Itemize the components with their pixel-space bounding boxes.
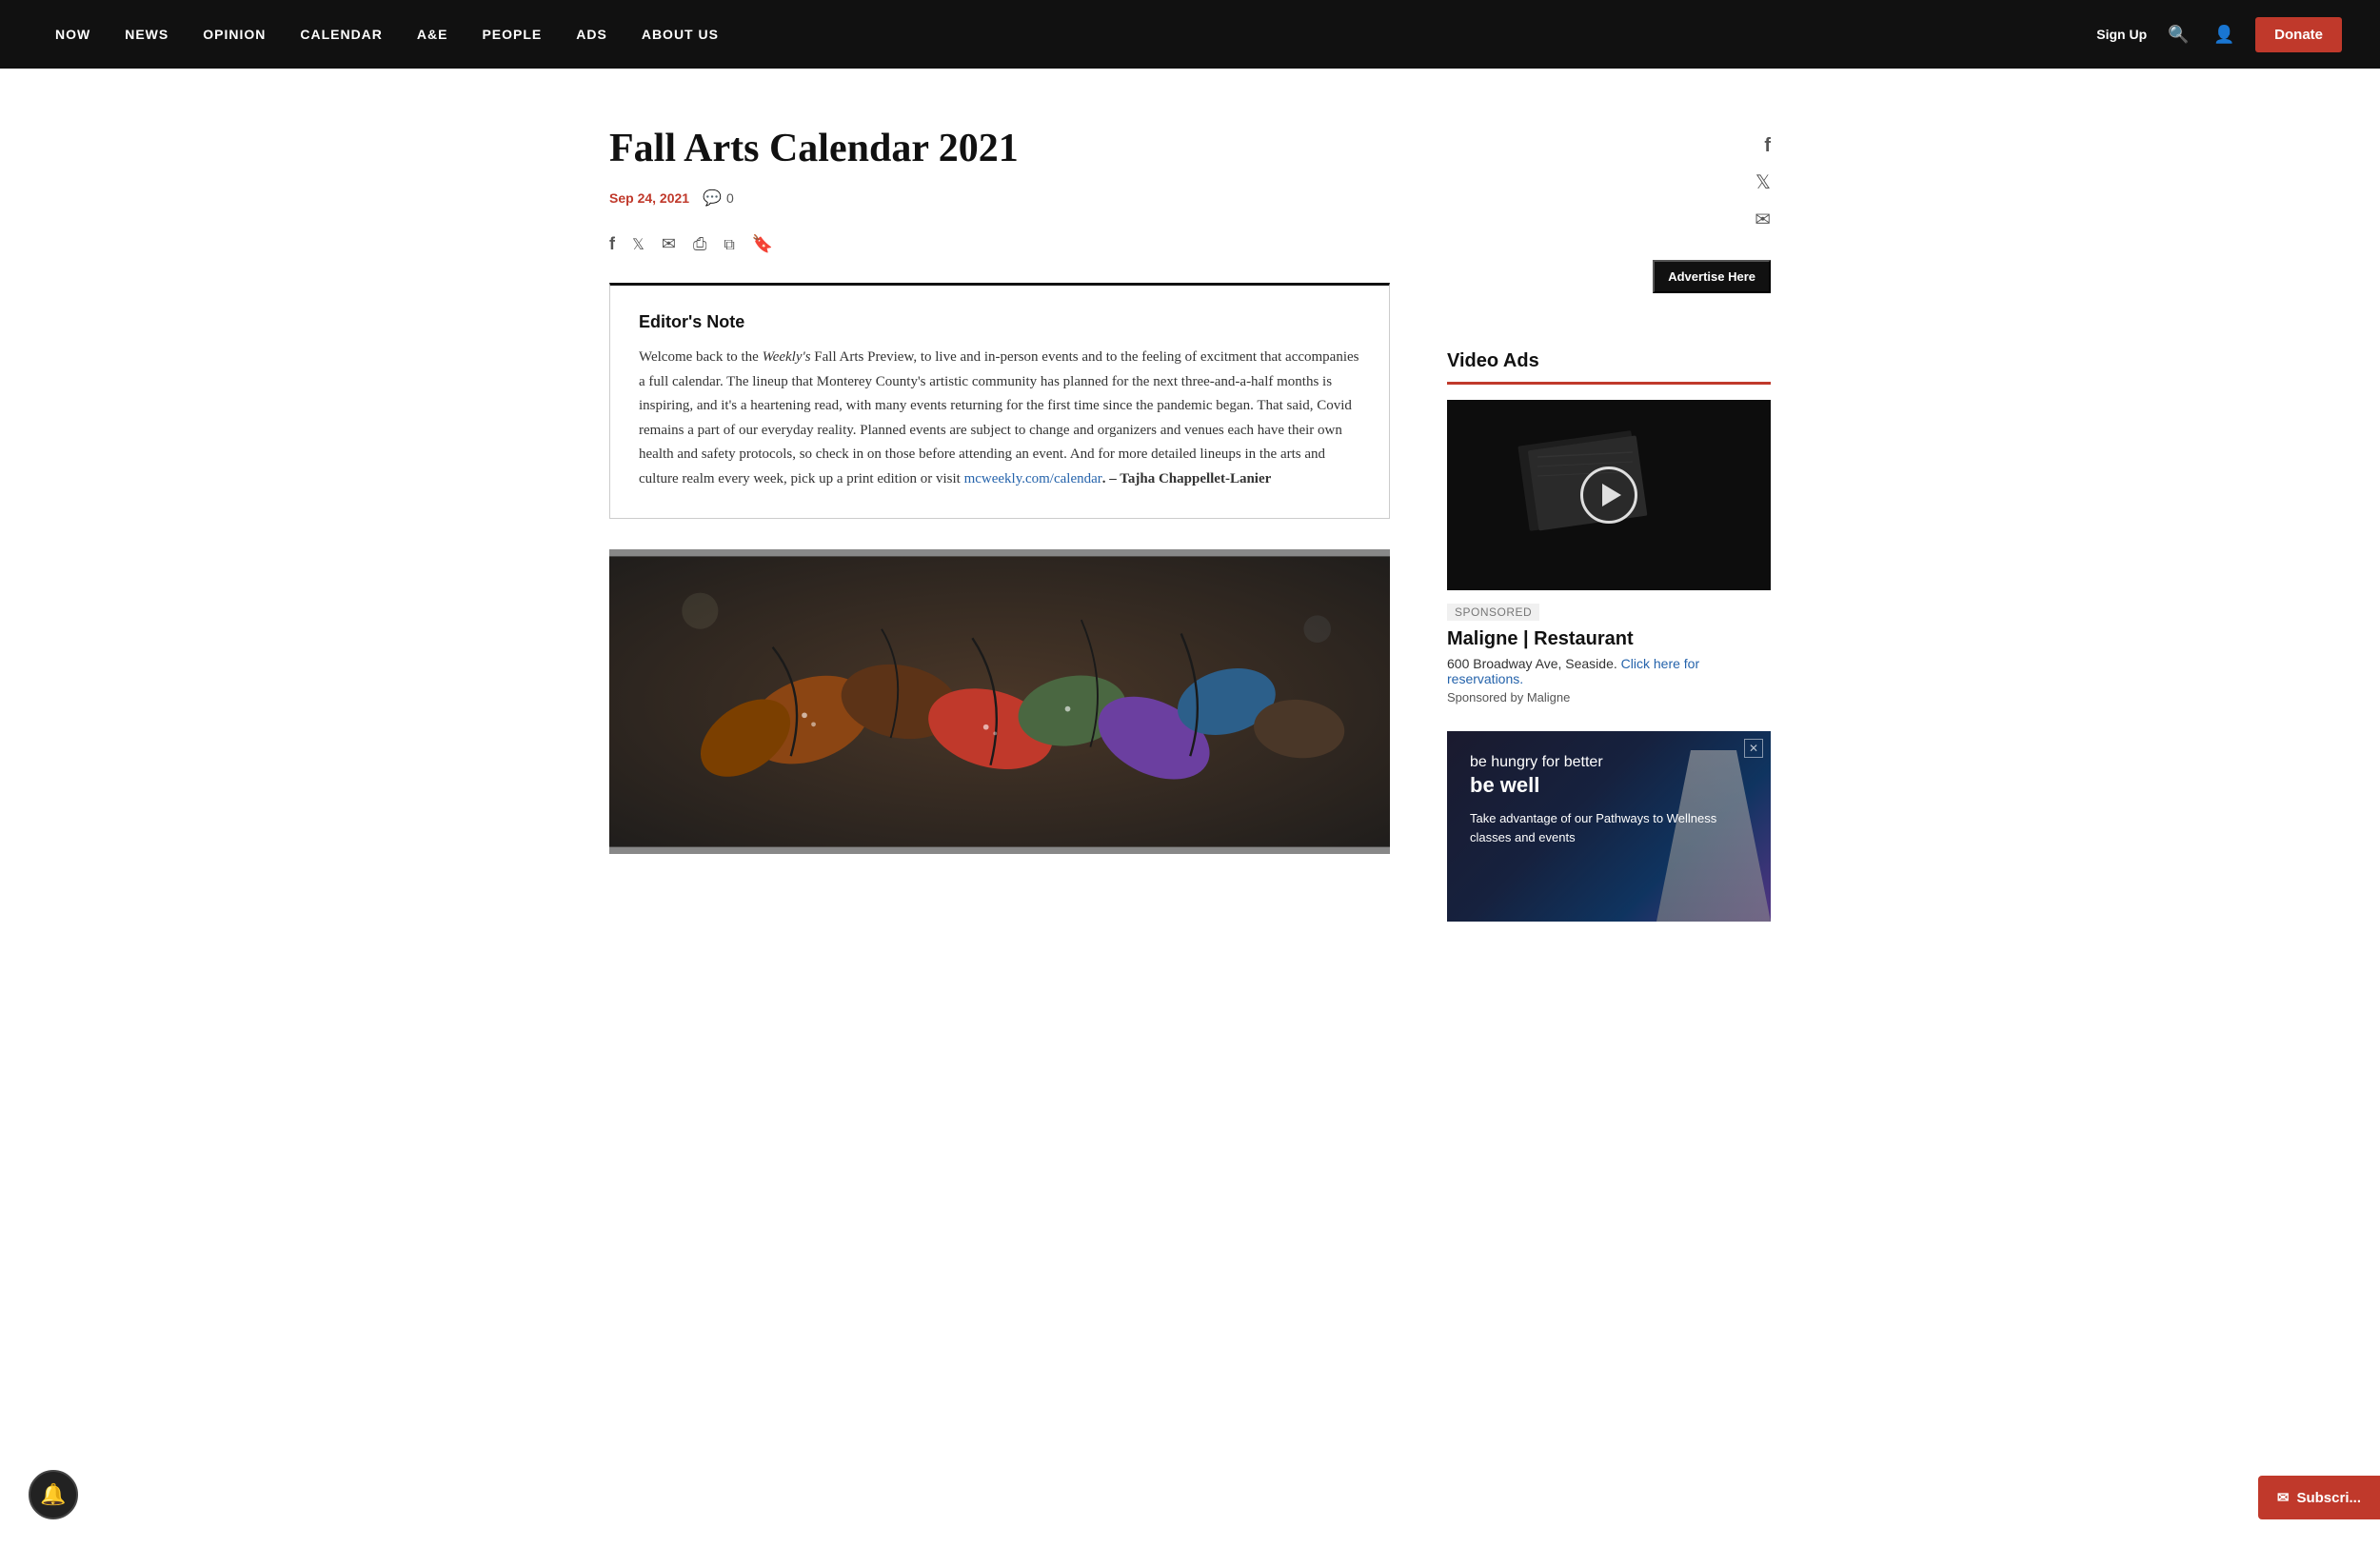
restaurant-name: Maligne | Restaurant — [1447, 628, 1771, 650]
sponsored-label: SPONSORED — [1447, 604, 1539, 621]
donate-button[interactable]: Donate — [2255, 17, 2342, 52]
nav-link-ae[interactable]: A&E — [400, 0, 466, 69]
video-thumbnail[interactable] — [1447, 400, 1771, 590]
nav-link-ads[interactable]: ADS — [559, 0, 625, 69]
print-button[interactable]: ⎙ — [693, 234, 706, 254]
sidebar: f 𝕏 ✉ Advertise Here Video Ads — [1447, 126, 1771, 922]
article-comments[interactable]: 💬 0 — [703, 189, 734, 208]
play-button[interactable] — [1580, 466, 1637, 524]
mail-icon: ✉ — [2277, 1489, 2290, 1506]
comment-count: 0 — [726, 190, 734, 206]
email-icon: ✉ — [662, 234, 676, 253]
restaurant-address: 600 Broadway Ave, Seaside. Click here fo… — [1447, 656, 1771, 686]
bell-icon: 🔔 — [40, 1482, 66, 1507]
comment-icon: 💬 — [703, 189, 722, 208]
search-button[interactable]: 🔍 — [2164, 20, 2192, 49]
play-triangle-icon — [1602, 484, 1621, 506]
nav-item-about[interactable]: ABOUT US — [625, 0, 736, 69]
article-date: Sep 24, 2021 — [609, 190, 689, 206]
sidebar-email-icon: ✉ — [1755, 209, 1771, 230]
nav-item-opinion[interactable]: OPINION — [186, 0, 283, 69]
share-twitter-button[interactable]: 𝕏 — [632, 234, 645, 254]
sidebar-twitter-button[interactable]: 𝕏 — [1755, 170, 1771, 194]
advertise-here-button[interactable]: Advertise Here — [1653, 260, 1771, 293]
sponsored-by-text: Sponsored by Maligne — [1447, 690, 1771, 705]
print-icon: ⎙ — [693, 234, 706, 253]
nav-item-calendar[interactable]: CALENDAR — [283, 0, 400, 69]
sidebar-facebook-icon: f — [1764, 135, 1771, 156]
second-ad-line3: Take advantage of our Pathways to Wellne… — [1470, 809, 1748, 846]
copy-button[interactable]: ⧉ — [724, 234, 734, 254]
nav-link-news[interactable]: NEWS — [108, 0, 186, 69]
article-image — [609, 549, 1390, 854]
bookmark-icon: 🔖 — [752, 234, 773, 253]
nav-link-people[interactable]: PEOPLE — [465, 0, 559, 69]
video-ads-title: Video Ads — [1447, 350, 1771, 385]
sidebar-facebook-button[interactable]: f — [1764, 135, 1771, 157]
user-account-button[interactable]: 👤 — [2210, 20, 2238, 49]
nav-right: Sign Up 🔍 👤 Donate — [2096, 17, 2342, 52]
article-title: Fall Arts Calendar 2021 — [609, 126, 1390, 171]
publication-name: Weekly's — [763, 349, 811, 365]
editors-note-text-middle: Fall Arts Preview, to live and in-person… — [639, 349, 1359, 486]
nav-item-news[interactable]: NEWS — [108, 0, 186, 69]
editors-note-title: Editor's Note — [639, 312, 1360, 332]
calendar-link[interactable]: mcweekly.com/calendar — [964, 471, 1102, 486]
editors-note-body: Welcome back to the Weekly's Fall Arts P… — [639, 346, 1360, 491]
share-email-button[interactable]: ✉ — [662, 234, 676, 254]
search-icon: 🔍 — [2168, 25, 2189, 45]
facebook-icon: f — [609, 234, 615, 253]
editors-note-text-end: . – Tajha Chappellet-Lanier — [1102, 471, 1272, 486]
subscribe-button[interactable]: ✉ Subscri... — [2258, 1476, 2380, 1519]
nav-item-ae[interactable]: A&E — [400, 0, 466, 69]
twitter-icon: 𝕏 — [632, 237, 645, 253]
nav-item-people[interactable]: PEOPLE — [465, 0, 559, 69]
sidebar-share-icons: f 𝕏 ✉ — [1447, 126, 1771, 231]
nav-link-opinion[interactable]: OPINION — [186, 0, 283, 69]
subscribe-button-container: ✉ Subscri... — [2258, 1476, 2380, 1519]
share-facebook-button[interactable]: f — [609, 234, 615, 254]
nav-link-about[interactable]: ABOUT US — [625, 0, 736, 69]
editors-note-text-start: Welcome back to the — [639, 349, 763, 365]
editors-note-box: Editor's Note Welcome back to the Weekly… — [609, 283, 1390, 519]
sidebar-email-button[interactable]: ✉ — [1755, 208, 1771, 231]
copy-icon: ⧉ — [724, 237, 734, 253]
main-content: Fall Arts Calendar 2021 Sep 24, 2021 💬 0… — [609, 126, 1390, 922]
share-bar: f 𝕏 ✉ ⎙ ⧉ 🔖 — [609, 234, 1390, 254]
article-meta: Sep 24, 2021 💬 0 — [609, 189, 1390, 208]
page-container: Fall Arts Calendar 2021 Sep 24, 2021 💬 0… — [571, 69, 1809, 960]
video-ads-section: Video Ads — [1447, 350, 1771, 922]
user-icon: 👤 — [2213, 25, 2234, 45]
second-ad-line1: be hungry for better — [1470, 754, 1748, 771]
navigation: NOW NEWS OPINION CALENDAR A&E PEOPLE ADS… — [0, 0, 2380, 69]
nav-item-now[interactable]: NOW — [38, 0, 108, 69]
notification-bell[interactable]: 🔔 — [29, 1470, 78, 1519]
second-ad-line2: be well — [1470, 773, 1748, 798]
nav-link-now[interactable]: NOW — [38, 0, 108, 69]
second-ad-banner: be hungry for better be well Take advant… — [1447, 731, 1771, 922]
bookmark-button[interactable]: 🔖 — [752, 234, 773, 254]
second-ad-text: be hungry for better be well Take advant… — [1470, 754, 1748, 846]
sidebar-twitter-icon: 𝕏 — [1755, 172, 1771, 193]
article-image-svg — [609, 549, 1390, 854]
nav-item-ads[interactable]: ADS — [559, 0, 625, 69]
nav-links: NOW NEWS OPINION CALENDAR A&E PEOPLE ADS… — [38, 0, 736, 69]
sign-up-link[interactable]: Sign Up — [2096, 27, 2147, 42]
restaurant-address-text: 600 Broadway Ave, Seaside. — [1447, 656, 1617, 671]
subscribe-label: Subscri... — [2296, 1490, 2361, 1506]
nav-link-calendar[interactable]: CALENDAR — [283, 0, 400, 69]
